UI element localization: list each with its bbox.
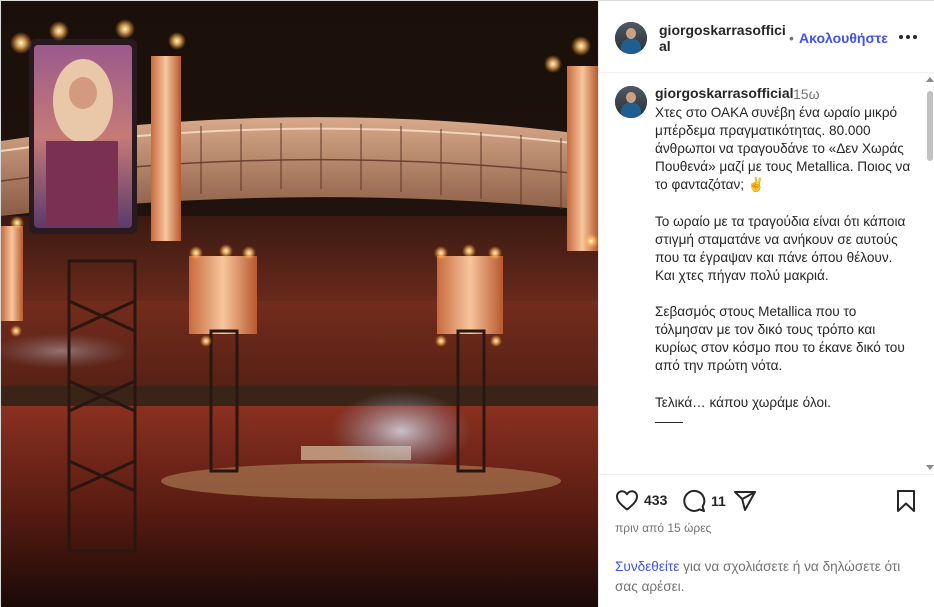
action-bar: 433 11 πριν από 15 ώρες (599, 475, 934, 535)
separator-dot: • (789, 30, 794, 46)
more-horizontal-icon[interactable] (898, 29, 918, 45)
like-count[interactable]: 433 (644, 492, 667, 508)
login-link[interactable]: Συνδεθείτε (615, 559, 679, 574)
scroll-up-arrow[interactable] (926, 77, 934, 82)
avatar[interactable] (615, 22, 647, 54)
share-button[interactable] (733, 489, 757, 513)
concert-photo (1, 1, 598, 607)
username-link[interactable]: giorgoskarrasofficial (659, 22, 787, 54)
caption-area: giorgoskarrasofficial 15ω Χτες στο ΟΑΚΑ … (599, 73, 934, 475)
caption-text: Χτες στο ΟΑΚΑ συνέβη ένα ωραίο μικρό μπέ… (655, 104, 913, 423)
caption-paragraph: Χτες στο ΟΑΚΑ συνέβη ένα ωραίο μικρό μπέ… (655, 105, 911, 193)
like-button[interactable]: 433 (615, 489, 667, 511)
post-header: giorgoskarrasofficial • Ακολουθήστε (599, 1, 934, 73)
follow-button[interactable]: Ακολουθήστε (799, 30, 888, 46)
heart-icon (616, 490, 638, 511)
caption-divider (655, 421, 683, 423)
caption-username[interactable]: giorgoskarrasofficial (655, 85, 794, 101)
caption-paragraph: Τελικά… κάπου χωράμε όλοι. (655, 394, 831, 410)
comment-icon (683, 489, 706, 512)
comment-count[interactable]: 11 (711, 493, 726, 509)
post-photo[interactable] (1, 1, 598, 607)
caption-paragraph: Σεβασμός στους Metallica που το τόλμησαν… (655, 304, 905, 374)
save-button[interactable] (896, 489, 916, 513)
post-side-panel: giorgoskarrasofficial • Ακολουθήστε gior… (598, 1, 934, 607)
comment-button[interactable]: 11 (682, 489, 726, 513)
avatar[interactable] (615, 86, 647, 118)
login-prompt: Συνδεθείτε για να σχολιάσετε ή να δηλώσε… (615, 557, 915, 597)
posted-date[interactable]: πριν από 15 ώρες (615, 521, 711, 535)
post-time[interactable]: 15ω (793, 86, 820, 102)
scroll-down-arrow[interactable] (926, 465, 934, 470)
scrollbar-thumb[interactable] (927, 91, 933, 161)
share-icon (734, 491, 756, 511)
bookmark-icon (897, 490, 915, 512)
post-dialog: giorgoskarrasofficial • Ακολουθήστε gior… (0, 0, 934, 607)
caption-paragraph: Το ωραίο με τα τραγούδια είναι ότι κάποι… (655, 213, 906, 283)
